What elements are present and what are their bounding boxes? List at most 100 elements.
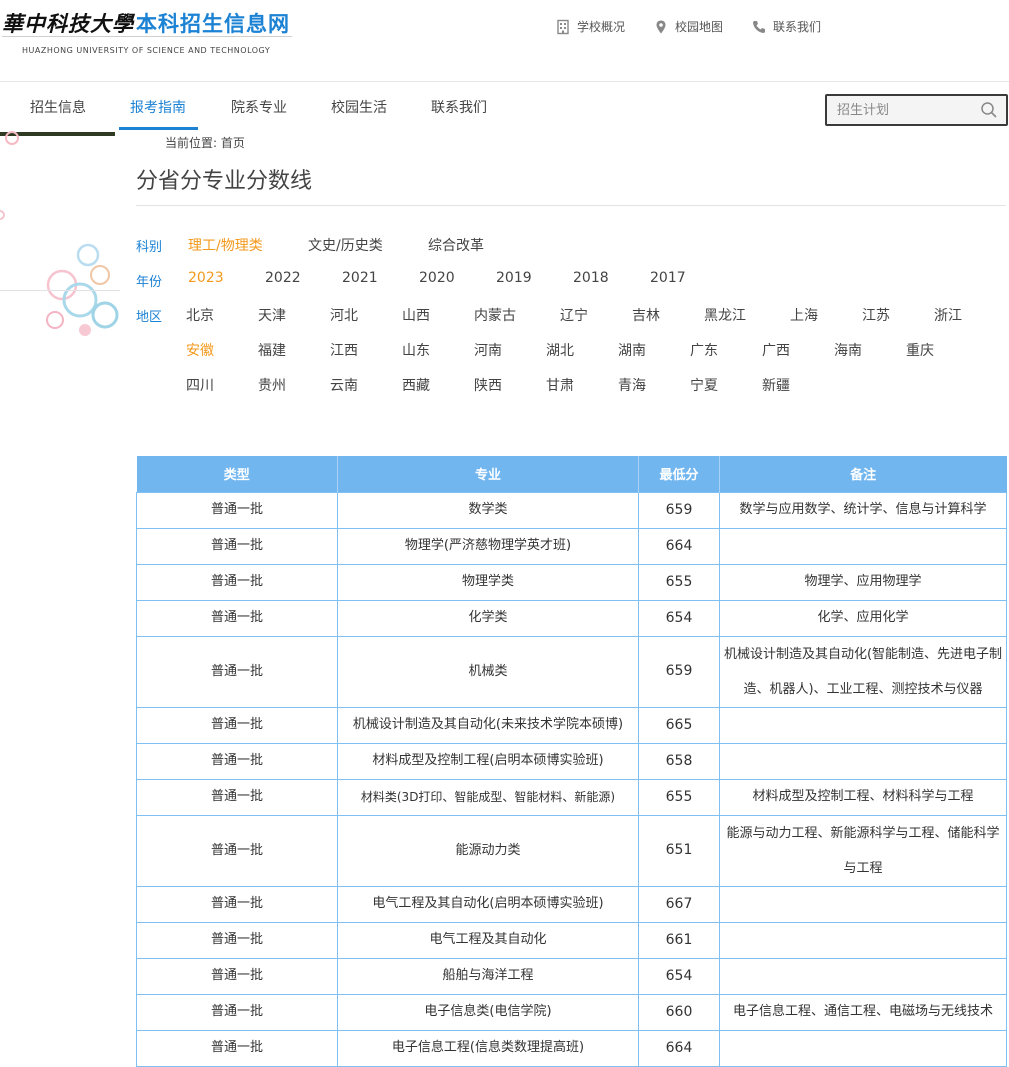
filter-year-option[interactable]: 2020: [419, 270, 455, 286]
filter-category-option[interactable]: 理工/物理类: [188, 235, 263, 255]
cell-note: 电子信息工程、通信工程、电磁场与无线技术: [719, 993, 1007, 1031]
column-header-major: 专业: [337, 456, 639, 492]
filter-year-option[interactable]: 2019: [496, 270, 532, 286]
top-link-label: 联系我们: [773, 20, 822, 34]
table-row: 普通一批 电子信息工程(信息类数理提高班) 664: [136, 1029, 1007, 1067]
filter-region-option[interactable]: 广东: [690, 340, 718, 360]
filter-region-option[interactable]: 重庆: [906, 340, 934, 360]
filter-region-option[interactable]: 四川: [186, 375, 214, 395]
cell-major: 电气工程及其自动化(启明本硕博实验班): [337, 885, 639, 923]
breadcrumb: 当前位置: 首页: [165, 136, 245, 150]
cell-type: 普通一批: [136, 635, 338, 708]
nav-item-campus-life[interactable]: 校园生活: [331, 92, 387, 130]
filter-region-option[interactable]: 广西: [762, 340, 790, 360]
cell-score: 664: [638, 527, 720, 565]
cell-major: 电气工程及其自动化: [337, 921, 639, 959]
nav-item-departments[interactable]: 院系专业: [231, 92, 287, 130]
top-link-contact[interactable]: 联系我们: [751, 18, 821, 35]
filter-region-option[interactable]: 湖南: [618, 340, 646, 360]
filter-year-option[interactable]: 2023: [188, 270, 224, 286]
filter-region-option[interactable]: 西藏: [402, 375, 430, 395]
filter-region-option[interactable]: 甘肃: [546, 375, 574, 395]
filter-label-year: 年份: [136, 275, 163, 290]
filter-region-option[interactable]: 青海: [618, 375, 646, 395]
cell-score: 651: [638, 814, 720, 887]
cell-note: [719, 742, 1007, 780]
nav-item-application-guide[interactable]: 报考指南: [130, 92, 186, 130]
filter-region-option[interactable]: 贵州: [258, 375, 286, 395]
filter-region-option[interactable]: 山西: [402, 305, 430, 325]
cell-note: [719, 706, 1007, 744]
table-row: 普通一批 电气工程及其自动化 661: [136, 921, 1007, 959]
table-row: 普通一批 材料成型及控制工程(启明本硕博实验班) 658: [136, 742, 1007, 780]
cell-note: 材料成型及控制工程、材料科学与工程: [719, 778, 1007, 816]
cell-score: 665: [638, 706, 720, 744]
cell-score: 660: [638, 993, 720, 1031]
logo-english-name: HUAZHONG UNIVERSITY OF SCIENCE AND TECHN…: [22, 46, 271, 55]
filter-region-option[interactable]: 上海: [790, 305, 818, 325]
filter-region-option[interactable]: 黑龙江: [704, 305, 746, 325]
filter-region-option[interactable]: 江西: [330, 340, 358, 360]
filter-category-option[interactable]: 文史/历史类: [308, 235, 383, 255]
cell-score: 655: [638, 563, 720, 601]
cell-note: [719, 885, 1007, 923]
table-row: 普通一批 船舶与海洋工程 654: [136, 957, 1007, 995]
cell-score: 659: [638, 491, 720, 529]
table-row: 普通一批 电气工程及其自动化(启明本硕博实验班) 667: [136, 885, 1007, 923]
filter-year-option[interactable]: 2018: [573, 270, 609, 286]
cell-score: 659: [638, 635, 720, 708]
cell-major: 数学类: [337, 491, 639, 529]
cell-score: 664: [638, 1029, 720, 1067]
filter-region-option[interactable]: 天津: [258, 305, 286, 325]
table-row: 普通一批 化学类 654 化学、应用化学: [136, 599, 1007, 637]
cell-type: 普通一批: [136, 885, 338, 923]
filter-region-option[interactable]: 河南: [474, 340, 502, 360]
nav-item-contact-us[interactable]: 联系我们: [431, 92, 487, 130]
filter-label-region: 地区: [136, 310, 163, 325]
filter-region-option[interactable]: 山东: [402, 340, 430, 360]
filter-region-option[interactable]: 河北: [330, 305, 358, 325]
top-link-school-overview[interactable]: 学校概况: [555, 18, 625, 35]
filter-category-option[interactable]: 综合改革: [428, 235, 484, 255]
filter-region-option[interactable]: 宁夏: [690, 375, 718, 395]
score-table: 类型 专业 最低分 备注 普通一批 数学类 659 数学与应用数学、统计学、信息…: [136, 456, 1007, 1067]
site-logo[interactable]: 華中科技大學 本科招生信息网 HUAZHONG UNIVERSITY OF SC…: [2, 8, 290, 55]
filter-region-option[interactable]: 吉林: [632, 305, 660, 325]
filter-region-option[interactable]: 辽宁: [560, 305, 588, 325]
nav-active-indicator: [119, 127, 198, 130]
search-input[interactable]: [827, 102, 967, 118]
cell-major: 电子信息工程(信息类数理提高班): [337, 1029, 639, 1067]
cell-major: 机械设计制造及其自动化(未来技术学院本硕博): [337, 706, 639, 744]
filter-region-option[interactable]: 北京: [186, 305, 214, 325]
cell-score: 654: [638, 599, 720, 637]
filter-region-option[interactable]: 福建: [258, 340, 286, 360]
cell-type: 普通一批: [136, 706, 338, 744]
filter-year-option[interactable]: 2017: [650, 270, 686, 286]
filter-region-option[interactable]: 湖北: [546, 340, 574, 360]
filter-region-option[interactable]: 云南: [330, 375, 358, 395]
table-row: 普通一批 物理学类 655 物理学、应用物理学: [136, 563, 1007, 601]
table-row: 普通一批 材料类(3D打印、智能成型、智能材料、新能源) 655 材料成型及控制…: [136, 778, 1007, 816]
cell-type: 普通一批: [136, 921, 338, 959]
filter-region-option[interactable]: 海南: [834, 340, 862, 360]
top-link-campus-map[interactable]: 校园地图: [653, 18, 723, 35]
search-box[interactable]: [825, 94, 1008, 126]
cell-type: 普通一批: [136, 491, 338, 529]
cell-note: 机械设计制造及其自动化(智能制造、先进电子制造、机器人)、工业工程、测控技术与仪…: [719, 635, 1007, 708]
cell-type: 普通一批: [136, 599, 338, 637]
table-row: 普通一批 电子信息类(电信学院) 660 电子信息工程、通信工程、电磁场与无线技…: [136, 993, 1007, 1031]
building-icon: [557, 19, 569, 34]
cell-major: 材料类(3D打印、智能成型、智能材料、新能源): [337, 778, 639, 816]
filter-region-option[interactable]: 安徽: [186, 340, 214, 360]
filter-region-option[interactable]: 新疆: [762, 375, 790, 395]
filter-year-option[interactable]: 2021: [342, 270, 378, 286]
filter-year-option[interactable]: 2022: [265, 270, 301, 286]
cell-note: [719, 1029, 1007, 1067]
filter-region-option[interactable]: 内蒙古: [474, 305, 516, 325]
decorative-circles: [0, 131, 119, 336]
filter-region-option[interactable]: 陕西: [474, 375, 502, 395]
table-header-row: 类型 专业 最低分 备注: [136, 456, 1007, 492]
search-icon[interactable]: [980, 101, 998, 119]
filter-region-option[interactable]: 浙江: [934, 305, 962, 325]
filter-region-option[interactable]: 江苏: [862, 305, 890, 325]
